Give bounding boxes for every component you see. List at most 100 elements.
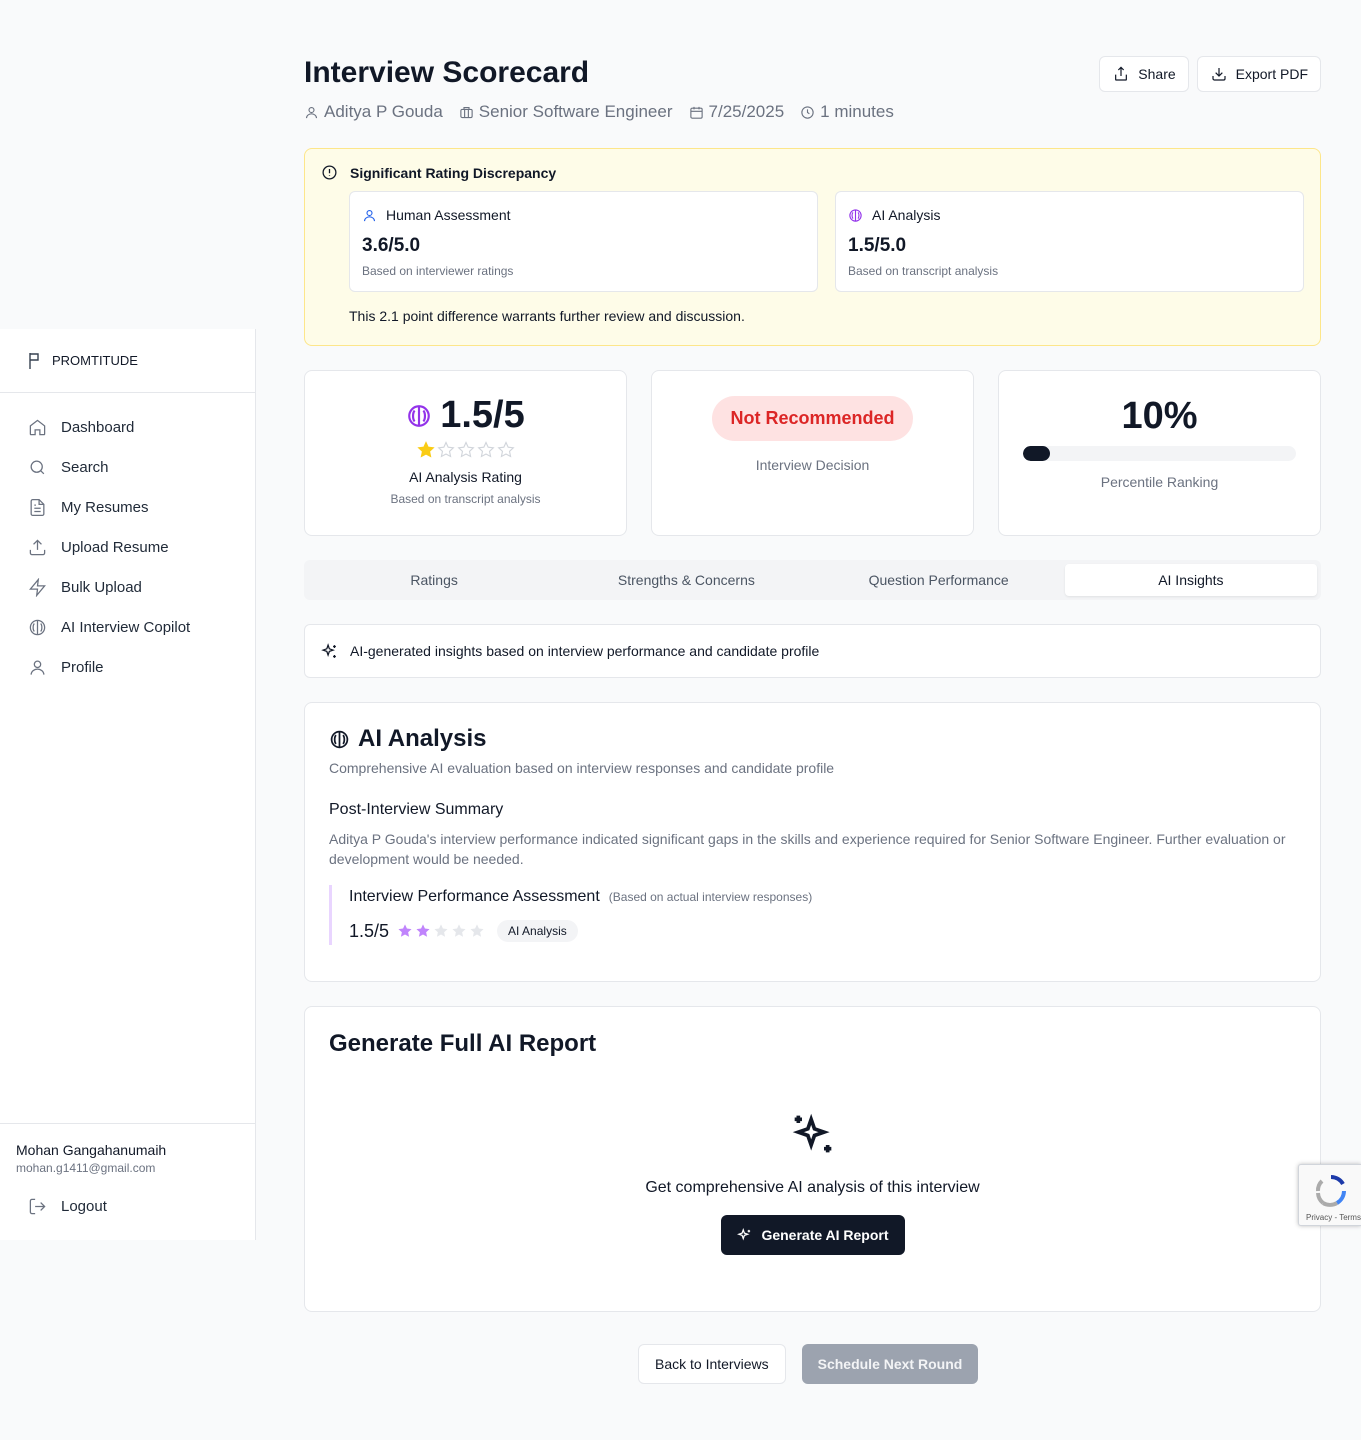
- candidate-meta: Aditya P Gouda: [304, 102, 443, 122]
- tab-ratings[interactable]: Ratings: [308, 564, 560, 596]
- sidebar-item-label: Profile: [61, 658, 104, 676]
- user-icon: [30, 660, 45, 675]
- tab-question-performance[interactable]: Question Performance: [813, 564, 1065, 596]
- download-icon: [1212, 68, 1226, 81]
- ai-analysis-title: AI Analysis: [329, 725, 1296, 753]
- export-pdf-button[interactable]: Export PDF: [1196, 56, 1321, 92]
- recaptcha-text[interactable]: Privacy - Terms: [1306, 1213, 1361, 1222]
- sidebar-item-label: AI Interview Copilot: [61, 618, 191, 636]
- ai-analysis-badge: AI Analysis: [497, 920, 578, 942]
- insight-note-text: AI-generated insights based on interview…: [350, 643, 820, 659]
- percentile-bar: [1023, 446, 1296, 461]
- sidebar-item-label: Dashboard: [61, 418, 135, 436]
- star-filled-icon: [416, 441, 435, 458]
- discrepancy-title: Significant Rating Discrepancy: [350, 164, 557, 181]
- sparkles-icon: [792, 1113, 832, 1153]
- ai-rating-sub: Based on transcript analysis: [390, 492, 541, 506]
- recaptcha-icon: [1316, 1175, 1346, 1207]
- decision-label: Interview Decision: [755, 457, 870, 473]
- assessment-heading: Interview Performance Assessment: [349, 888, 600, 905]
- briefcase-icon: [460, 106, 473, 118]
- share-icon: [1115, 66, 1128, 81]
- generate-ai-report-label: Generate AI Report: [761, 1227, 889, 1243]
- candidate-name: Aditya P Gouda: [324, 102, 443, 121]
- logout-button[interactable]: Logout: [16, 1197, 239, 1216]
- sidebar-item-my-resumes[interactable]: My Resumes: [0, 487, 255, 527]
- sidebar-item-search[interactable]: Search: [0, 447, 255, 487]
- back-to-interviews-button[interactable]: Back to Interviews: [638, 1344, 786, 1384]
- assessment-note: (Based on actual interview responses): [608, 890, 813, 904]
- user-icon: [363, 209, 376, 221]
- sidebar-item-ai-interview-copilot[interactable]: AI Interview Copilot: [0, 607, 255, 647]
- percentile-label: Percentile Ranking: [1100, 474, 1219, 490]
- star-filled-icon: [416, 924, 430, 937]
- clock-icon: [801, 105, 814, 119]
- brain-icon: [849, 208, 862, 222]
- insight-note: AI-generated insights based on interview…: [304, 624, 1321, 678]
- sidebar-item-label: Bulk Upload: [61, 578, 142, 596]
- assessment-header: Interview Performance Assessment (Based …: [349, 885, 1296, 906]
- interview-meta: Aditya P Gouda Senior Software Engineer …: [304, 102, 894, 122]
- user-name: Mohan Gangahanumaih: [16, 1142, 167, 1158]
- ai-analysis-subtitle: Comprehensive AI evaluation based on int…: [329, 760, 835, 776]
- decision-badge: Not Recommended: [712, 396, 913, 441]
- flag-icon: [29, 352, 39, 369]
- schedule-next-round-button[interactable]: Schedule Next Round: [801, 1344, 979, 1384]
- brain-icon: [408, 404, 431, 427]
- page-title: Interview Scorecard: [304, 56, 590, 89]
- share-label: Share: [1138, 66, 1176, 82]
- sidebar-item-label: My Resumes: [61, 498, 149, 516]
- star-empty-icon: [476, 441, 495, 458]
- percentile-value: 10%: [1121, 395, 1198, 437]
- sidebar-item-dashboard[interactable]: Dashboard: [0, 407, 255, 447]
- ai-analysis-value: 1.5/5.0: [848, 235, 907, 256]
- generate-ai-report-button[interactable]: Generate AI Report: [721, 1215, 905, 1255]
- discrepancy-header: Significant Rating Discrepancy: [321, 164, 556, 181]
- ai-analysis-header: AI Analysis: [848, 207, 1291, 223]
- discrepancy-note: This 2.1 point difference warrants furth…: [349, 308, 745, 324]
- sidebar-item-label: Upload Resume: [61, 538, 169, 556]
- brain-icon: [29, 619, 46, 635]
- sidebar-item-bulk-upload[interactable]: Bulk Upload: [0, 567, 255, 607]
- ai-rating-card: 1.5/5 AI Analysis Rating Based on transc…: [304, 370, 627, 536]
- sidebar-item-profile[interactable]: Profile: [0, 647, 255, 687]
- logout-label: Logout: [61, 1198, 107, 1215]
- brand[interactable]: PROMTITUDE: [0, 329, 255, 393]
- generate-report-section: Generate Full AI Report Get comprehensiv…: [304, 1006, 1321, 1312]
- calendar-icon: [689, 106, 703, 119]
- user-icon: [305, 106, 318, 118]
- star-empty-icon: [434, 924, 448, 937]
- upload-icon: [29, 538, 46, 555]
- user-email: mohan.g1411@gmail.com: [16, 1161, 156, 1175]
- tab-ai-insights[interactable]: AI Insights: [1064, 564, 1317, 596]
- human-assessment-value: 3.6/5.0: [362, 235, 421, 256]
- zap-icon: [29, 577, 46, 597]
- share-button[interactable]: Share: [1099, 56, 1189, 92]
- human-assessment-header: Human Assessment: [362, 207, 805, 223]
- generate-report-text: Get comprehensive AI analysis of this in…: [645, 1179, 980, 1196]
- summary-text: Aditya P Gouda's interview performance i…: [329, 831, 1286, 867]
- star-empty-icon: [456, 441, 475, 458]
- logout-icon: [29, 1198, 46, 1215]
- percentile-bar-fill: [1023, 446, 1051, 461]
- recaptcha-badge[interactable]: Privacy - Terms: [1298, 1164, 1361, 1226]
- user-box: Mohan Gangahanumaih mohan.g1411@gmail.co…: [0, 1123, 255, 1240]
- file-icon: [30, 498, 45, 516]
- ai-analysis-title-text: AI Analysis: [358, 725, 487, 752]
- tab-strengths-concerns[interactable]: Strengths & Concerns: [560, 564, 812, 596]
- star-rating: [305, 441, 626, 459]
- assessment-stars: [397, 923, 485, 939]
- header-actions: Share Export PDF: [1099, 56, 1321, 92]
- generate-report-title: Generate Full AI Report: [329, 1030, 597, 1057]
- brain-icon: [330, 730, 349, 748]
- sidebar-item-upload-resume[interactable]: Upload Resume: [0, 527, 255, 567]
- interview-date: 7/25/2025: [708, 102, 785, 121]
- performance-assessment: Interview Performance Assessment (Based …: [329, 885, 1296, 945]
- duration-meta: 1 minutes: [800, 102, 894, 122]
- date-meta: 7/25/2025: [689, 102, 785, 122]
- sparkles-icon: [321, 642, 336, 658]
- star-empty-icon: [496, 441, 515, 458]
- sidebar-nav: Dashboard Search My Resumes Upload Resum…: [0, 393, 255, 687]
- ai-analysis-sub: Based on transcript analysis: [848, 264, 999, 278]
- alert-circle-icon: [322, 165, 337, 180]
